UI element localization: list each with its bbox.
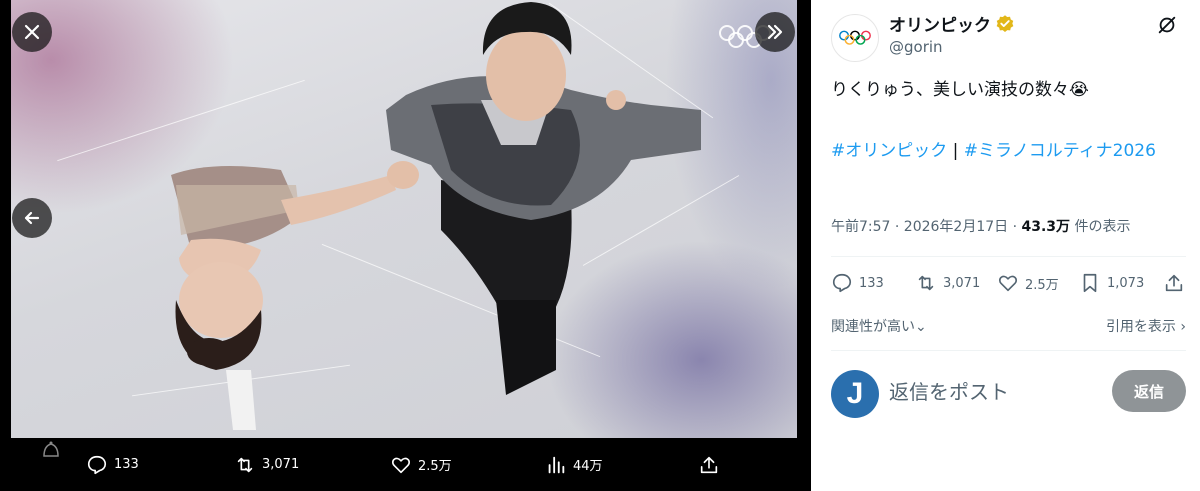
views-chart-icon <box>548 456 565 473</box>
chevron-down-icon: ⌄ <box>915 319 927 335</box>
reply-icon <box>87 455 107 474</box>
heart-icon <box>998 275 1018 292</box>
media-action-bar: 133 3,071 2.5万 44万 <box>0 438 811 491</box>
user-avatar[interactable]: J <box>831 370 879 418</box>
chevron-right-icon: › <box>1180 319 1186 335</box>
hashtag-link[interactable]: #ミラノコルティナ2026 <box>964 141 1156 161</box>
tweet-text: りくりゅう、美しい演技の数々😭 <box>831 80 1089 100</box>
media-share-button[interactable] <box>698 454 720 476</box>
reply-count: 133 <box>859 275 884 291</box>
hashtag-separator: | <box>952 141 959 161</box>
collapse-panel-button[interactable] <box>755 12 795 52</box>
author-name-text: オリンピック <box>889 16 991 36</box>
view-quotes-link[interactable]: 引用を表示 › <box>1106 316 1186 336</box>
reply-button[interactable]: 133 <box>831 272 884 294</box>
share-icon <box>1165 274 1183 292</box>
author-handle[interactable]: @gorin <box>889 38 943 56</box>
repost-icon <box>237 457 253 472</box>
media-views-button[interactable]: 44万 <box>545 454 603 476</box>
media-like-button[interactable]: 2.5万 <box>390 454 452 476</box>
media-repost-button[interactable]: 3,071 <box>234 454 299 476</box>
tweet-photo <box>11 0 797 438</box>
media-viewer: 133 3,071 2.5万 44万 <box>0 0 811 491</box>
grok-icon[interactable] <box>1156 14 1178 36</box>
media-reply-button[interactable]: 133 <box>86 454 139 476</box>
double-chevron-right-icon <box>767 24 783 40</box>
olympic-rings-icon <box>839 30 871 45</box>
close-media-button[interactable] <box>12 12 52 52</box>
media-views-count: 44万 <box>573 459 603 474</box>
bookmark-icon <box>1083 273 1097 293</box>
tweet-hashtags: #オリンピック | #ミラノコルティナ2026 <box>831 136 1181 166</box>
previous-media-button[interactable] <box>12 198 52 238</box>
share-icon <box>700 456 718 473</box>
close-icon <box>24 24 40 40</box>
reply-submit-button[interactable]: 返信 <box>1112 370 1186 412</box>
repost-icon <box>918 275 934 291</box>
media-reply-count: 133 <box>114 457 139 472</box>
repost-count: 3,071 <box>943 275 981 291</box>
share-button[interactable] <box>1163 272 1185 294</box>
bookmark-button[interactable]: 1,073 <box>1079 272 1144 294</box>
sort-label-text: 関連性が高い <box>831 319 915 335</box>
tweet-timestamp[interactable]: 午前7:57 · 2026年2月17日 · <box>831 219 1022 235</box>
like-button[interactable]: 2.5万 <box>997 272 1059 294</box>
skaters-illustration <box>171 2 701 430</box>
tweet-action-bar: 133 3,071 2.5万 1,073 <box>831 272 1191 302</box>
repost-button[interactable]: 3,071 <box>915 272 980 294</box>
media-like-count: 2.5万 <box>418 459 452 474</box>
like-count: 2.5万 <box>1025 277 1059 293</box>
media-repost-count: 3,071 <box>262 457 300 472</box>
divider <box>831 350 1186 351</box>
tweet-view-count: 43.3万 <box>1021 219 1071 235</box>
verified-badge-icon <box>996 14 1014 32</box>
arrow-left-icon <box>24 211 40 225</box>
tweet-detail-panel: オリンピック @gorin りくりゅう、美しい演技の数々😭 #オリンピック | … <box>811 0 1200 491</box>
reply-sort-dropdown[interactable]: 関連性が高い⌄ <box>831 316 927 336</box>
heart-icon <box>391 457 411 473</box>
author-avatar[interactable] <box>831 14 879 62</box>
reply-input[interactable] <box>889 372 1099 412</box>
tweet-meta: 午前7:57 · 2026年2月17日 · 43.3万 件の表示 <box>831 216 1131 236</box>
tweet-view-label: 件の表示 <box>1070 219 1131 235</box>
hashtag-link[interactable]: #オリンピック <box>831 141 947 161</box>
reply-icon <box>832 273 852 293</box>
author-name[interactable]: オリンピック <box>889 11 1015 36</box>
divider <box>831 256 1186 257</box>
quotes-label-text: 引用を表示 <box>1105 319 1176 335</box>
bookmark-count: 1,073 <box>1107 275 1145 291</box>
